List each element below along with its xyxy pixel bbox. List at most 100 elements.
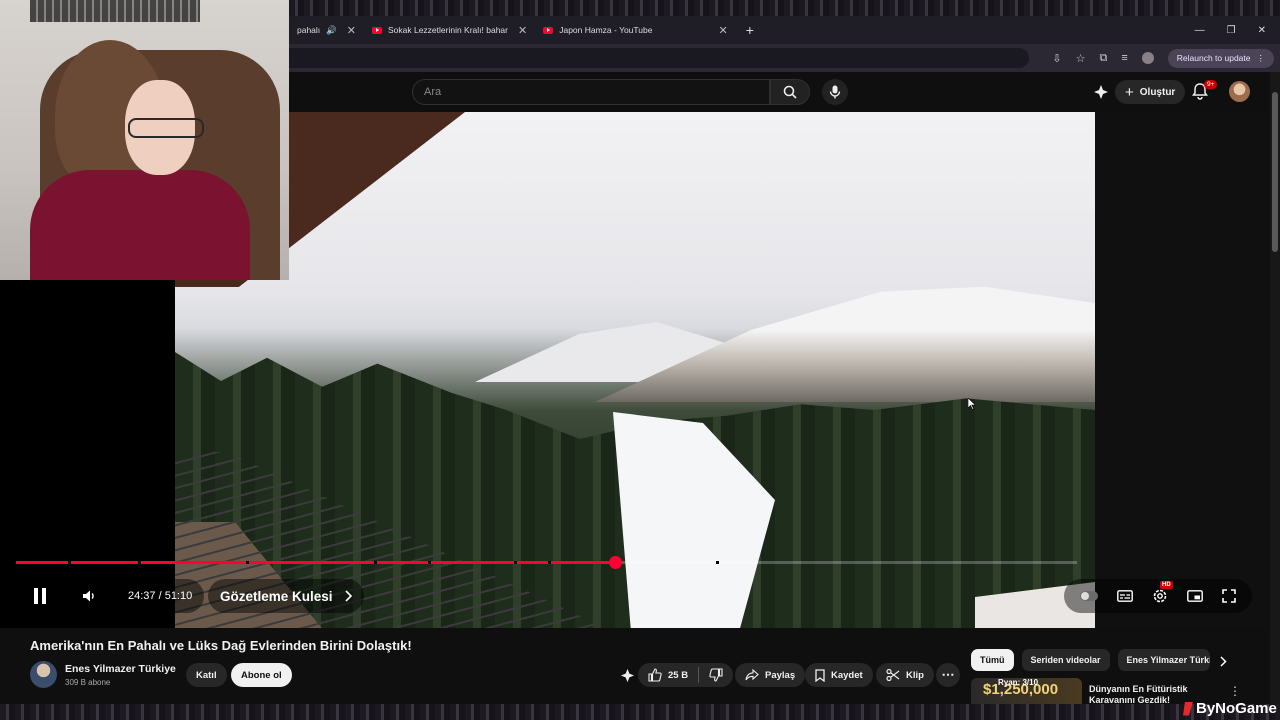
webcam-glasses <box>128 118 204 138</box>
search-button[interactable] <box>770 79 810 105</box>
browser-tabbar: pahalı 🔊 ✕ Sokak Lezzetlerinin Kralı! ba… <box>289 16 1280 44</box>
stream-brand-logo: ByNoGame <box>1183 700 1277 717</box>
restore-icon[interactable]: ❐ <box>1227 25 1236 36</box>
chip-series[interactable]: Seriden videolar <box>1021 649 1110 671</box>
chevron-right-icon <box>344 590 352 602</box>
browser-toolbar: ⇩ ☆ ⧉ ≡ Relaunch to update ⋮ <box>289 44 1280 72</box>
video-title: Amerika'nın En Pahalı ve Lüks Dağ Evleri… <box>30 638 412 653</box>
search-input[interactable]: Ara <box>412 79 770 105</box>
scissors-icon <box>886 668 900 682</box>
search-icon <box>783 85 797 99</box>
secondary-column <box>1095 112 1270 628</box>
chapter-marker <box>246 561 249 564</box>
bookmark-star-icon[interactable]: ☆ <box>1076 52 1086 65</box>
thumbs-up-icon <box>648 668 662 682</box>
thumbnail-overlay-text: Ryan: 3/10 <box>998 678 1039 687</box>
progress-played <box>16 561 615 564</box>
media-controls-icon[interactable]: ≡ <box>1121 52 1127 64</box>
tab-label: pahalı <box>297 25 321 35</box>
share-button[interactable]: Paylaş <box>735 663 806 687</box>
chip-all[interactable]: Tümü <box>971 649 1014 671</box>
youtube-favicon-icon <box>371 26 382 34</box>
browser-tab-2[interactable]: Sokak Lezzetlerinin Kralı! bahar ✕ <box>364 16 535 44</box>
minimize-icon[interactable]: — <box>1195 25 1205 36</box>
create-label: Oluştur <box>1139 86 1176 98</box>
webcam-body <box>30 170 250 280</box>
share-label: Paylaş <box>765 669 796 681</box>
video-frame[interactable] <box>175 112 1095 628</box>
chapter-marker <box>548 561 551 564</box>
voice-search-button[interactable] <box>822 79 848 105</box>
miniplayer-icon[interactable] <box>1187 590 1204 602</box>
account-avatar[interactable] <box>1229 81 1250 102</box>
premium-spark-icon[interactable] <box>1093 84 1109 100</box>
close-tab-icon[interactable]: ✕ <box>718 24 727 37</box>
clip-label: Klip <box>906 669 924 681</box>
play-pause-button[interactable] <box>22 579 58 613</box>
more-vert-icon[interactable]: ⋮ <box>1229 684 1241 698</box>
extensions-icon[interactable]: ⧉ <box>1099 52 1107 65</box>
save-label: Kaydet <box>831 669 863 681</box>
bookmark-icon <box>815 668 825 682</box>
subtitles-icon[interactable] <box>1116 590 1133 602</box>
streamer-webcam <box>0 0 289 280</box>
toolbar-icons: ⇩ ☆ ⧉ ≡ Relaunch to update ⋮ <box>1052 44 1274 72</box>
channel-name[interactable]: Enes Yilmazer Türkiye <box>65 663 176 675</box>
browser-tab-3[interactable]: Japon Hamza - YouTube ✕ <box>535 16 735 44</box>
close-window-icon[interactable]: ✕ <box>1258 25 1266 36</box>
progress-scrubber[interactable] <box>609 556 622 569</box>
like-dislike-group: 25 B <box>638 663 734 687</box>
relaunch-button[interactable]: Relaunch to update ⋮ <box>1167 48 1274 68</box>
dislike-button[interactable] <box>699 663 733 687</box>
profile-avatar[interactable] <box>1141 52 1154 64</box>
chips-next-button[interactable] <box>1214 652 1232 670</box>
player-right-controls <box>1064 579 1252 613</box>
relaunch-label: Relaunch to update <box>1176 53 1251 63</box>
more-vert-icon: ⋮ <box>1256 52 1266 63</box>
clip-button[interactable]: Klip <box>876 663 934 687</box>
close-tab-icon[interactable]: ✕ <box>518 24 527 37</box>
youtube-header: Ara + Oluştur 9+ <box>289 72 1280 112</box>
youtube-favicon-icon <box>543 26 554 34</box>
save-button[interactable]: Kaydet <box>805 663 873 687</box>
screen: pahalı 🔊 ✕ Sokak Lezzetlerinin Kralı! ba… <box>0 0 1280 720</box>
fullscreen-icon[interactable] <box>1222 589 1237 603</box>
chapter-marker <box>716 561 719 564</box>
create-button[interactable]: + Oluştur <box>1115 80 1186 104</box>
chapter-marker <box>428 561 431 564</box>
time-display: 24:37 / 51:10 <box>116 579 205 613</box>
new-tab-icon[interactable]: + <box>736 22 764 38</box>
related-filter-chips: Tümü Seriden videolar Enes Yilmazer Türk… <box>971 649 1210 671</box>
close-tab-icon[interactable]: ✕ <box>347 24 356 37</box>
scrollbar-thumb[interactable] <box>1272 92 1278 252</box>
pause-icon <box>34 588 46 604</box>
speaker-icon[interactable]: 🔊 <box>326 25 337 36</box>
like-button[interactable]: 25 B <box>638 663 698 687</box>
subscribe-button[interactable]: Abone ol <box>231 663 292 687</box>
ask-ai-spark-icon[interactable] <box>620 668 635 683</box>
progress-bar[interactable] <box>16 556 1077 569</box>
webcam-wall-decor <box>30 0 200 22</box>
browser-tab-1[interactable]: pahalı 🔊 ✕ <box>289 16 364 44</box>
subscriber-count: 309 B abone <box>65 678 111 687</box>
like-count: 25 B <box>668 669 689 681</box>
chip-channel[interactable]: Enes Yilmazer Türkiye <box>1117 649 1210 671</box>
page-scrollbar[interactable] <box>1270 72 1280 704</box>
join-button[interactable]: Katıl <box>186 663 227 687</box>
stream-overlay-bottom <box>0 704 1280 720</box>
chapter-marker <box>514 561 517 564</box>
install-app-icon[interactable]: ⇩ <box>1052 52 1061 65</box>
microphone-icon <box>829 85 841 99</box>
tab-label: Sokak Lezzetlerinin Kralı! bahar <box>387 25 508 35</box>
settings-gear-icon[interactable] <box>1152 588 1168 604</box>
chapter-marker <box>374 561 377 564</box>
chapter-button[interactable]: Gözetleme Kulesi <box>208 579 364 613</box>
mute-button[interactable] <box>72 579 106 613</box>
autoplay-toggle[interactable] <box>1079 591 1098 601</box>
address-bar[interactable] <box>289 48 1029 68</box>
more-actions-button[interactable]: ⋯ <box>936 663 960 687</box>
channel-avatar[interactable] <box>30 661 57 688</box>
stream-overlay-top <box>289 0 1280 16</box>
window-controls: — ❐ ✕ <box>1195 25 1280 36</box>
time-text: 24:37 / 51:10 <box>128 590 193 602</box>
